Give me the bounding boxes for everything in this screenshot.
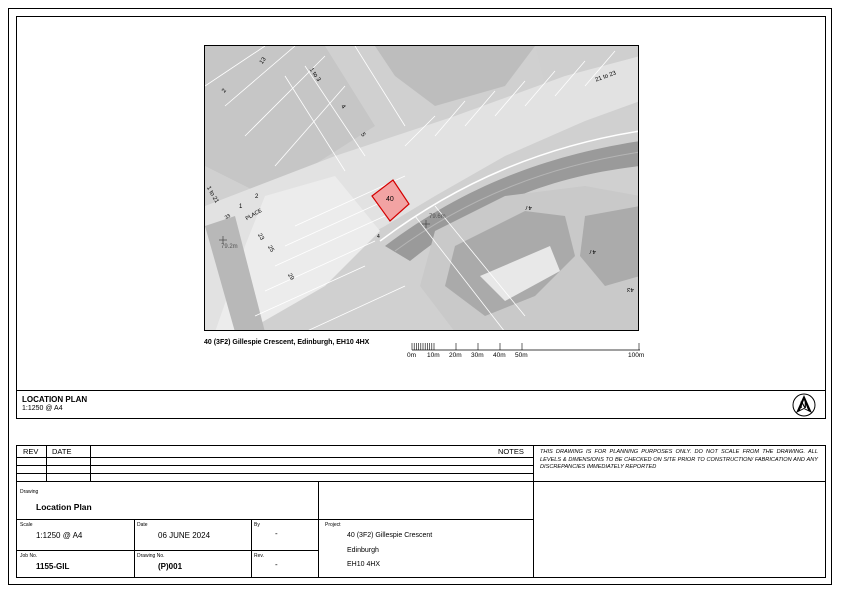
- drawing-no-label: Drawing No.: [137, 553, 165, 559]
- by-value: -: [275, 529, 278, 538]
- drawing-value: Location Plan: [36, 502, 92, 512]
- date-header: DATE: [52, 447, 72, 456]
- north-letter: N: [800, 400, 807, 410]
- rev-header: REV: [23, 447, 39, 456]
- drawing-label: Drawing: [20, 489, 39, 495]
- scale-label: 50m: [515, 352, 528, 359]
- project-label: Project: [325, 522, 341, 528]
- map-label: 4: [377, 234, 380, 240]
- scale-bar-graphic: [411, 343, 640, 351]
- map-label: 1: [239, 204, 243, 210]
- map-caption: 40 (3F2) Gillespie Crescent, Edinburgh, …: [204, 339, 370, 346]
- plot-number: 40: [386, 196, 394, 203]
- scale-label: 100m: [628, 352, 645, 359]
- map-label: 79.2m: [221, 244, 238, 250]
- location-plan-title: LOCATION PLAN: [22, 395, 88, 404]
- scale-label: 0m: [407, 352, 417, 359]
- notes-header: NOTES: [498, 447, 524, 456]
- project-line-1: 40 (3F2) Gillespie Crescent: [347, 532, 433, 539]
- scale-label: 20m: [449, 352, 462, 359]
- by-label: By: [254, 522, 260, 528]
- map-graphic: [205, 46, 638, 330]
- location-plan-band: [16, 390, 826, 419]
- project-line-3: EH10 4HX: [347, 561, 381, 568]
- notes-text: THIS DRAWING IS FOR PLANNING PURPOSES ON…: [540, 449, 818, 470]
- job-value: 1155-GIL: [36, 562, 70, 571]
- map-label: 47: [525, 204, 532, 210]
- map-label: 47: [589, 248, 596, 254]
- map-label: 43: [627, 286, 634, 292]
- scale-bar: 0m 10m 20m 30m 40m 50m 100m: [407, 340, 645, 362]
- scale-label: 30m: [471, 352, 484, 359]
- scale-cell-value: 1:1250 @ A4: [36, 531, 83, 540]
- rev-value: -: [275, 560, 278, 569]
- project-line-2: Edinburgh: [347, 547, 379, 554]
- date-cell-value: 06 JUNE 2024: [158, 531, 211, 540]
- rev-label: Rev.: [254, 553, 264, 559]
- north-arrow-icon: N: [792, 393, 816, 417]
- map-label: 2: [255, 194, 259, 200]
- scale-label: 40m: [493, 352, 506, 359]
- location-map: 13 2 1 to 3 4 5 21 to 23 1 to 21 1 2 PLA…: [204, 45, 639, 331]
- scale-cell-label: Scale: [20, 522, 33, 528]
- scale-label: 10m: [427, 352, 440, 359]
- date-cell-label: Date: [137, 522, 148, 528]
- drawing-no-value: (P)001: [158, 562, 183, 571]
- job-label: Job No.: [20, 553, 38, 559]
- map-label: 79.6m: [429, 214, 446, 220]
- location-plan-scale: 1:1250 @ A4: [22, 405, 63, 412]
